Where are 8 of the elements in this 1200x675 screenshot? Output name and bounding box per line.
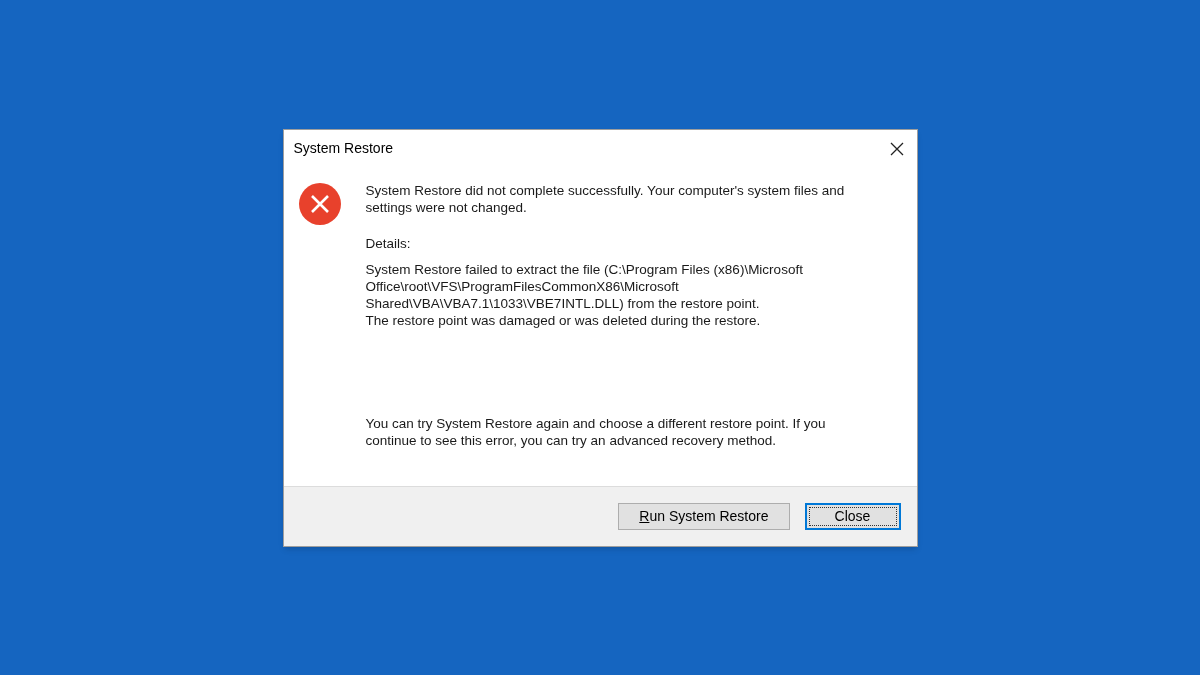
hint-text: You can try System Restore again and choose a different restore point. If you continue to see this error, you can try an advanced recovery method.	[365, 414, 827, 449]
error-icon	[298, 182, 341, 225]
details-text: System Restore failed to extract the file (C:\Program Files (x86)\Microsoft Office\root\VFS\ProgramFilesCommonX86\Microsoft Shared\VBA\VBA7.1\1033\VBE7INTL.DLL) from the restore point. The restore point was damaged or was deleted during the restore.	[365, 260, 804, 329]
dialog-button[interactable]: Run System Restore	[618, 502, 790, 530]
error-message: System Restore did not complete successfully. Your computer's system files and settings were not changed.	[365, 181, 845, 216]
window-title: System Restore	[293, 139, 394, 158]
dialog-button[interactable]: Close	[804, 502, 901, 530]
details-label: Details:	[365, 234, 412, 252]
